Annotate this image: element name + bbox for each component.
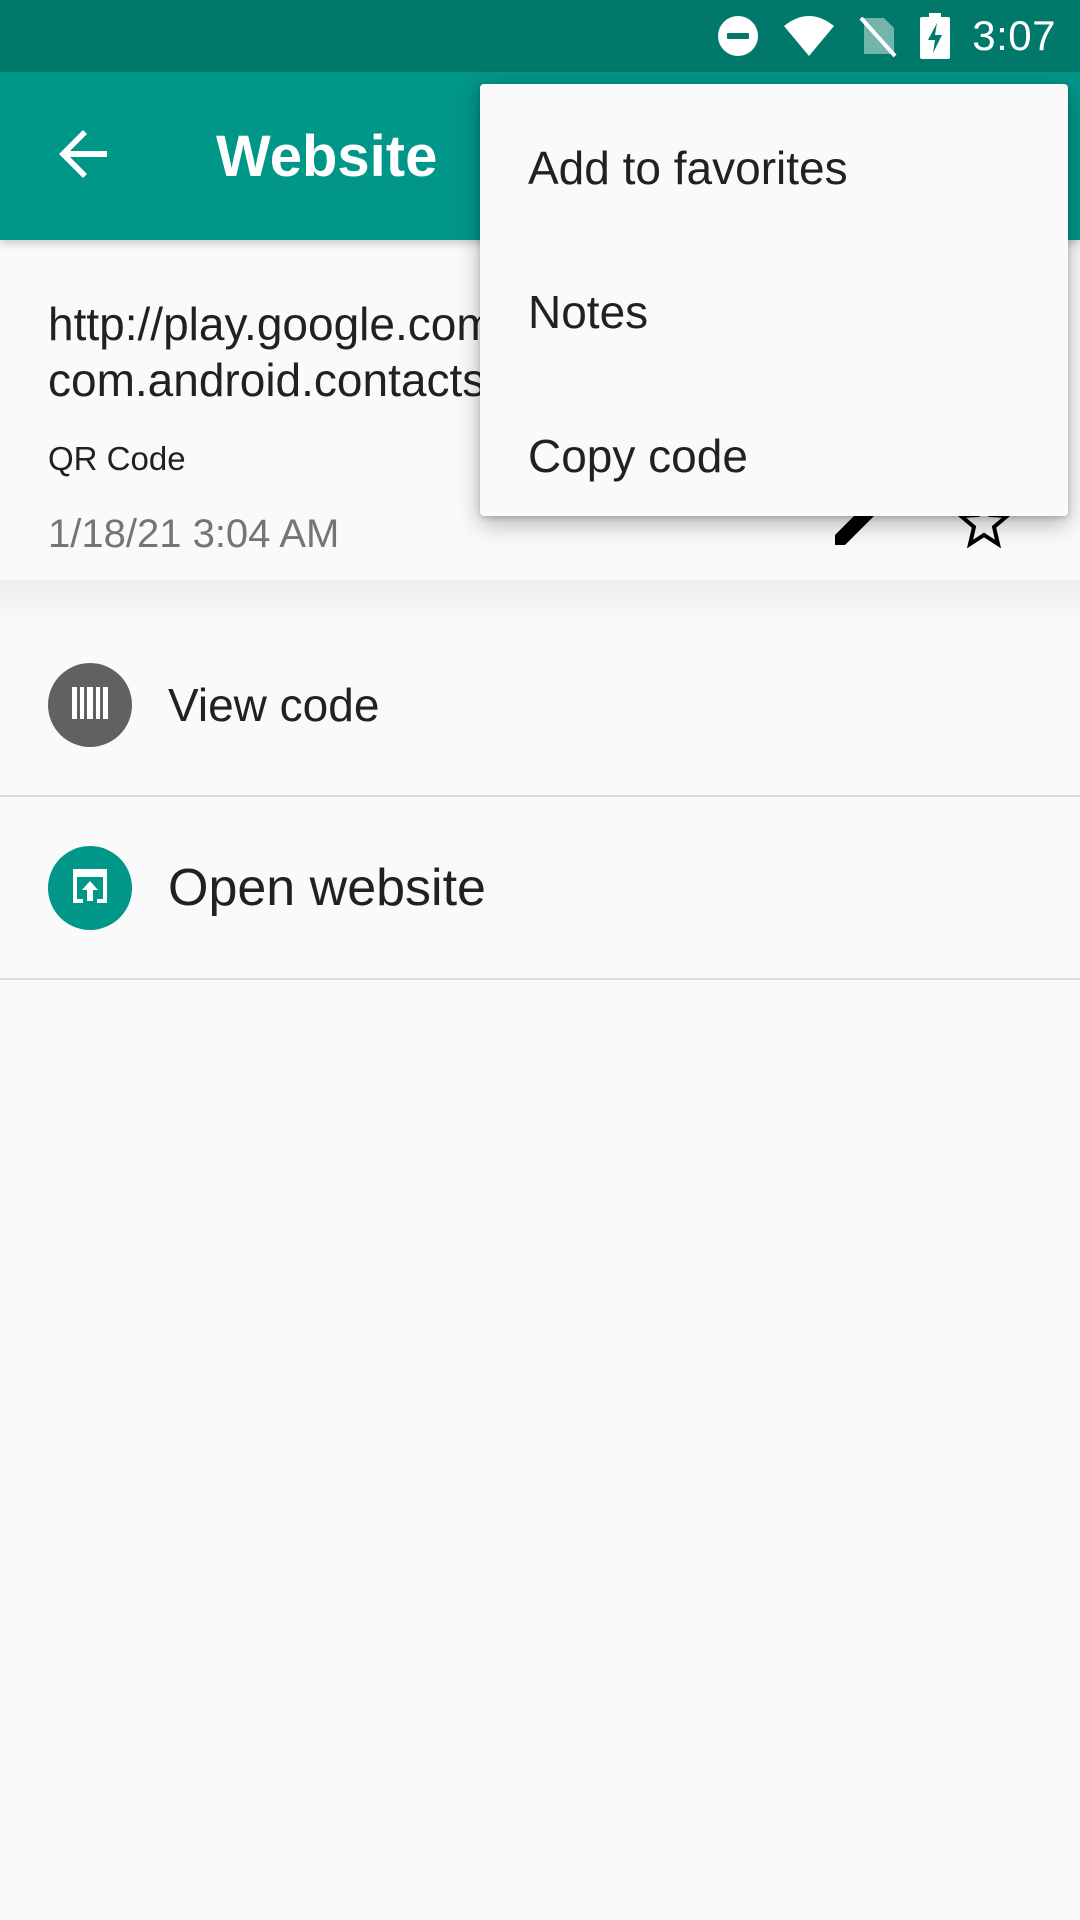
wifi-icon [782, 14, 836, 58]
menu-item-copy-code[interactable]: Copy code [480, 384, 1068, 528]
menu-item-notes[interactable]: Notes [480, 240, 1068, 384]
view-code-circle [48, 663, 132, 747]
do-not-disturb-icon [716, 14, 760, 58]
status-bar: 3:07 [0, 0, 1080, 72]
menu-item-add-to-favorites[interactable]: Add to favorites [480, 96, 1068, 240]
battery-charging-icon [920, 13, 951, 59]
barcode-icon [70, 683, 110, 728]
divider-shadow [0, 580, 1080, 620]
open-in-browser-icon [69, 865, 111, 912]
view-code-label: View code [168, 679, 380, 731]
back-button[interactable] [40, 112, 128, 200]
page-title: Website [216, 123, 438, 189]
status-icons: 3:07 [716, 0, 1056, 72]
code-format: QR Code [48, 440, 186, 477]
open-website-label: Open website [168, 859, 486, 917]
arrow-back-icon [57, 127, 111, 186]
overflow-menu: Add to favorites Notes Copy code [480, 84, 1068, 516]
code-date: 1/18/21 3:04 AM [48, 512, 340, 556]
view-code-row[interactable]: View code [0, 615, 1080, 797]
status-time: 3:07 [972, 12, 1056, 59]
open-website-row[interactable]: Open website [0, 798, 1080, 980]
no-sim-icon [858, 14, 898, 58]
open-website-circle [48, 846, 132, 930]
